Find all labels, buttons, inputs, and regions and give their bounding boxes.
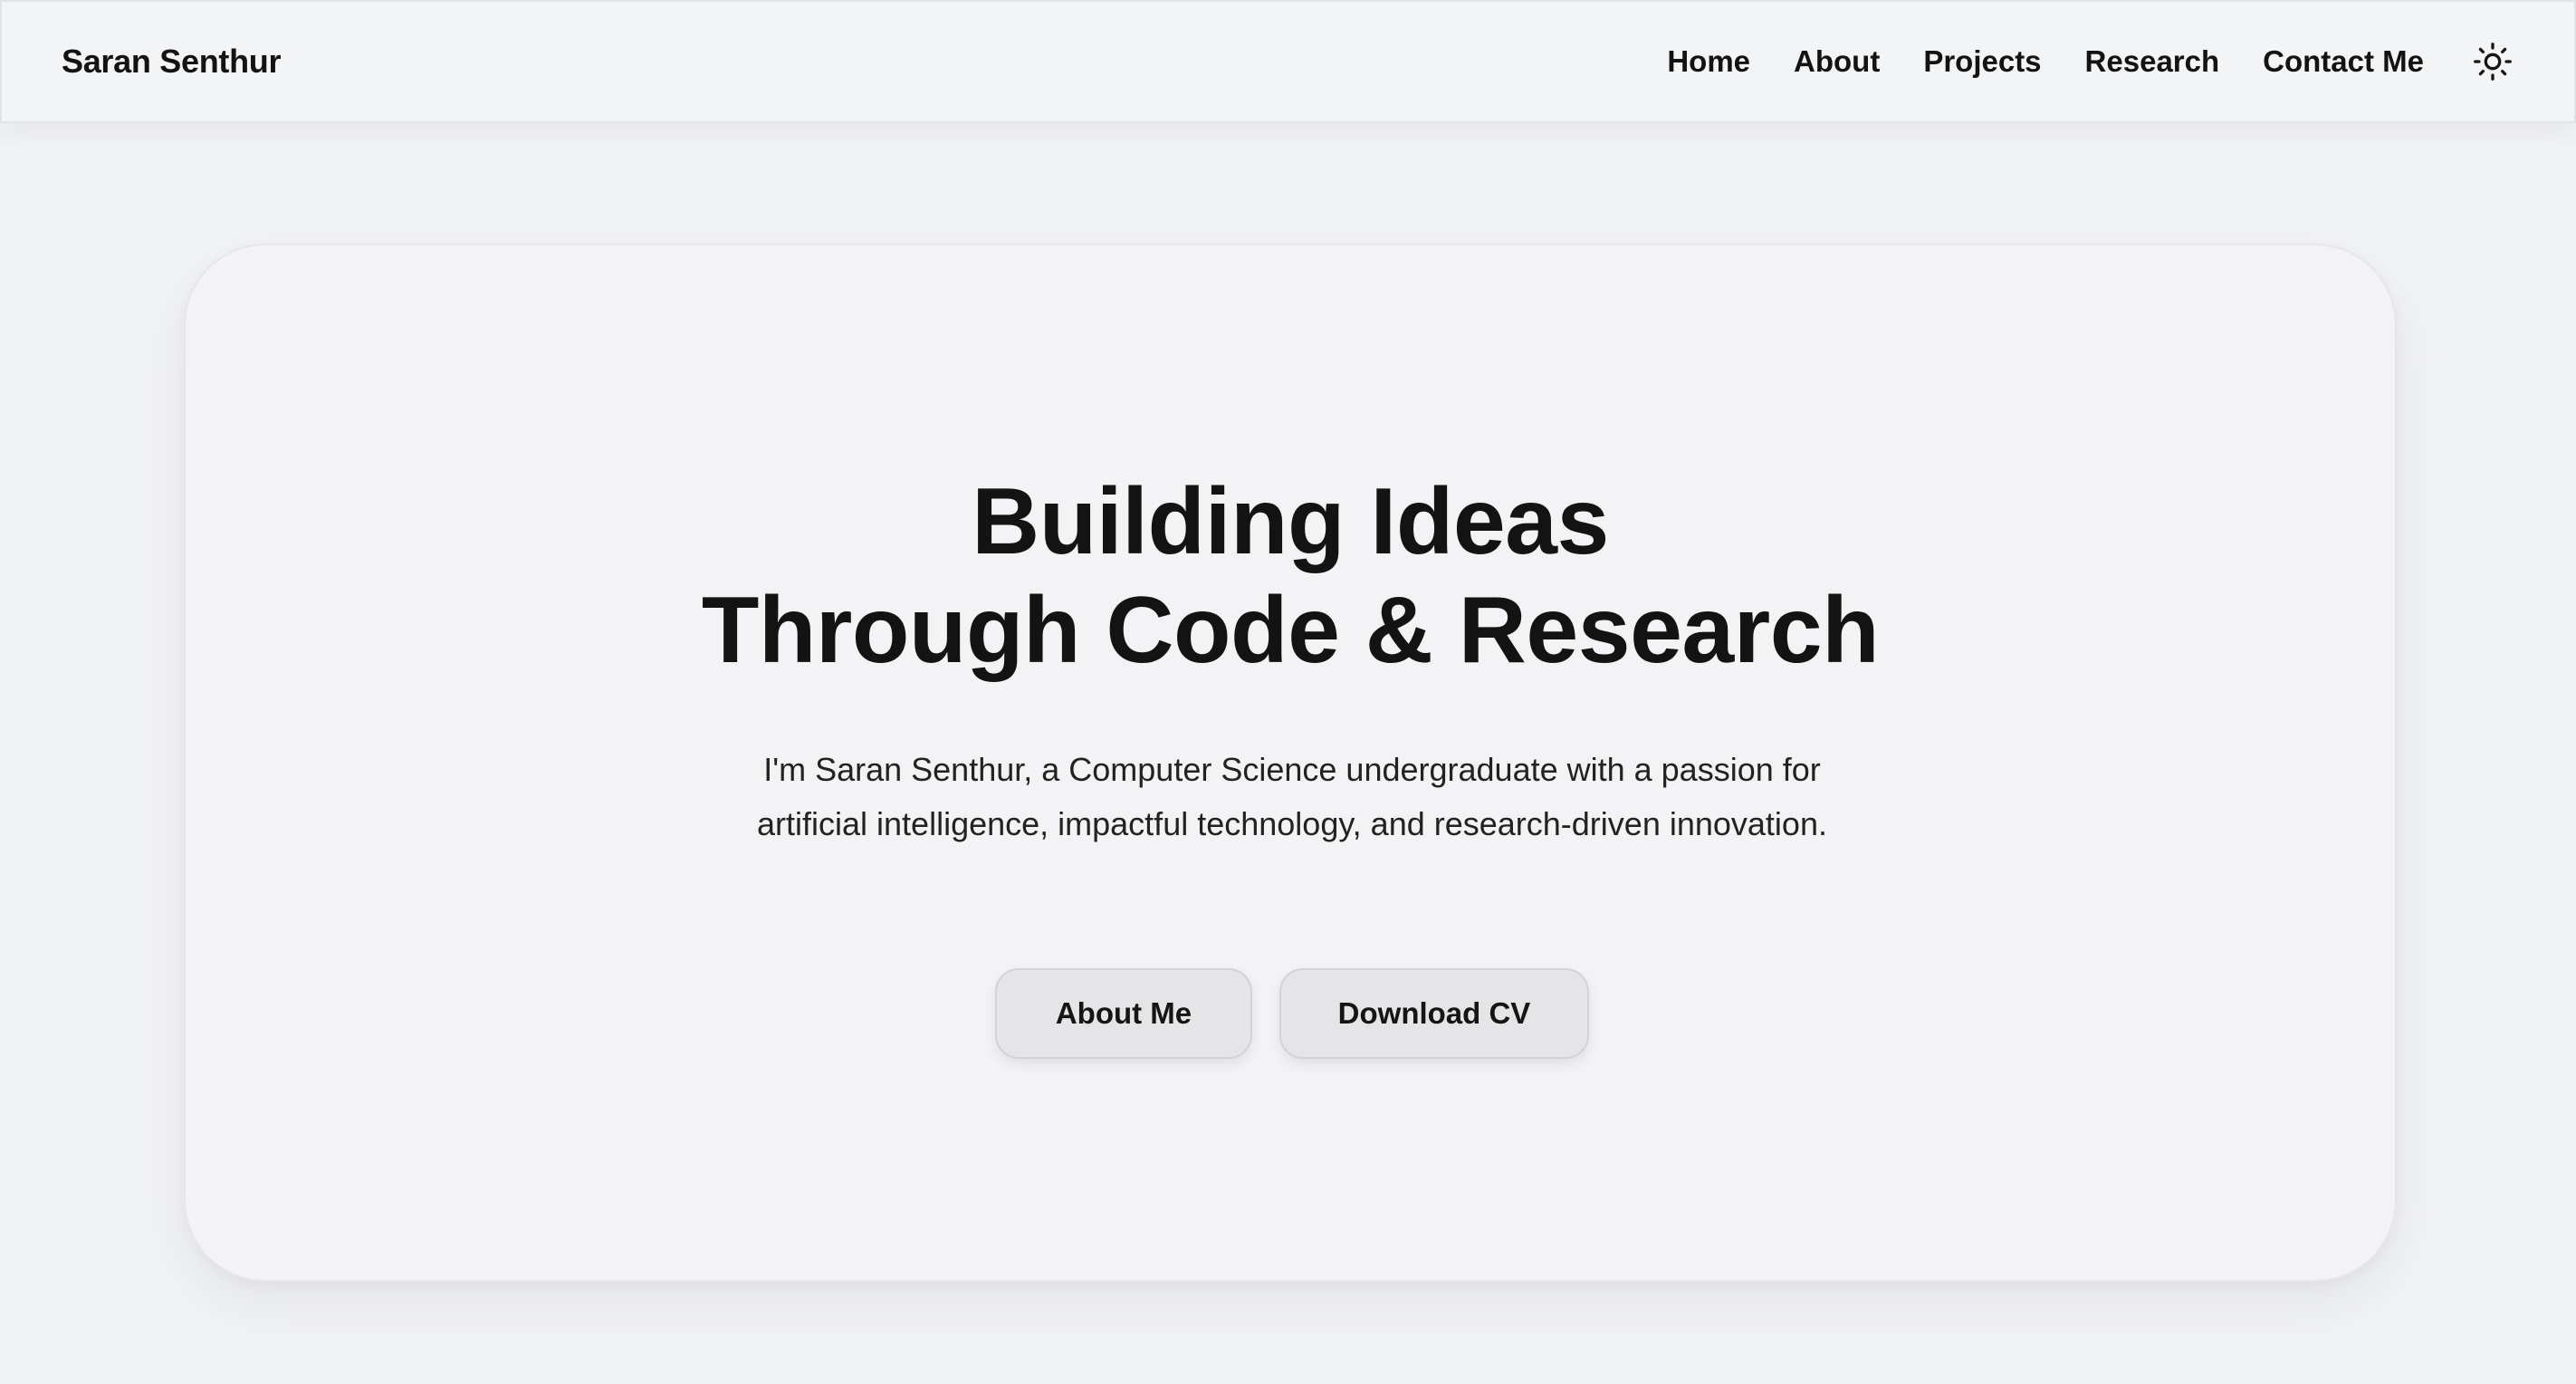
nav-projects[interactable]: Projects: [1923, 44, 2041, 79]
nav-home[interactable]: Home: [1667, 44, 1750, 79]
theme-toggle-button[interactable]: [2471, 40, 2514, 83]
download-cv-button[interactable]: Download CV: [1279, 968, 1589, 1059]
hero-description: I'm Saran Senthur, a Computer Science un…: [757, 751, 1827, 842]
hero-title: Building Ideas Through Code & Research: [186, 467, 2395, 685]
top-navbar: Saran Senthur Home About Projects Resear…: [0, 0, 2576, 123]
main-nav: Home About Projects Research Contact Me: [1667, 44, 2424, 79]
about-me-button[interactable]: About Me: [995, 968, 1252, 1059]
site-brand[interactable]: Saran Senthur: [62, 43, 281, 81]
hero-title-line-1: Building Ideas: [972, 469, 1609, 574]
hero-card: Building Ideas Through Code & Research I…: [184, 244, 2397, 1282]
nav-contact[interactable]: Contact Me: [2263, 44, 2424, 79]
sun-icon: [2474, 43, 2512, 81]
hero-title-line-2: Through Code & Research: [701, 578, 1880, 683]
nav-about[interactable]: About: [1794, 44, 1880, 79]
nav-research[interactable]: Research: [2085, 44, 2220, 79]
